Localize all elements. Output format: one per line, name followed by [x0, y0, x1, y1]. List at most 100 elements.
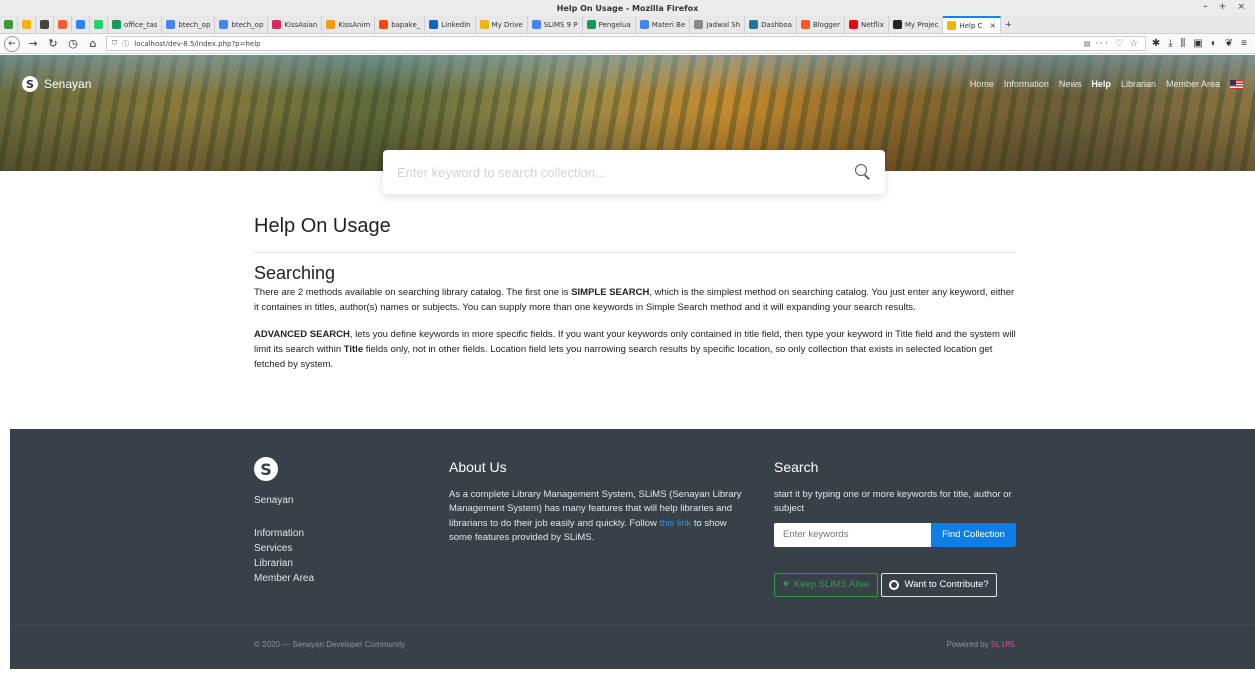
footer-search-title: Search [774, 459, 819, 475]
menu-item-help[interactable]: Help [1091, 79, 1111, 89]
footer-link-librarian[interactable]: Librarian [254, 556, 314, 571]
want-to-contribute-button[interactable]: Want to Contribute? [881, 572, 997, 597]
back-button[interactable]: ← [4, 35, 20, 52]
footer-link-member-area[interactable]: Member Area [254, 571, 314, 586]
about-title: About Us [449, 459, 507, 475]
browser-tab[interactable]: Jadwal Sh [690, 16, 746, 33]
browser-tab[interactable] [72, 16, 90, 33]
tab-label: My Projec [904, 20, 939, 29]
tab-favicon-icon [892, 20, 902, 29]
history-icon[interactable]: ◷ [66, 37, 80, 50]
browser-tab[interactable]: btech_op [215, 16, 269, 33]
tab-label: bapake_ [391, 20, 421, 29]
tab-favicon-icon [639, 20, 649, 29]
footer-divider [10, 625, 1255, 626]
tab-label: LinkedIn [441, 20, 471, 29]
library-icon[interactable]: ⫼ [1181, 38, 1186, 49]
close-tab-icon[interactable]: × [990, 21, 997, 30]
tab-favicon-icon [749, 20, 759, 29]
extension-icon[interactable]: ❦ [1225, 38, 1233, 49]
url-text[interactable]: localhost/dev-8.5/index.php?p=help [134, 40, 1079, 48]
search-collection-input[interactable] [397, 164, 855, 180]
window-controls[interactable]: – + × [1203, 2, 1249, 12]
reader-icon[interactable]: ▣ [1193, 38, 1202, 49]
browser-tab[interactable] [36, 16, 54, 33]
reload-button[interactable]: ↻ [46, 37, 60, 50]
brand-name: Senayan [44, 77, 92, 91]
footer-brand-column: S Senayan Information Services Librarian Me… [254, 457, 314, 586]
page-title: Help On Usage [254, 215, 1016, 253]
powered-by-text: Powered by SLiMS [946, 640, 1015, 649]
forward-button[interactable]: → [26, 37, 40, 50]
browser-tab[interactable] [90, 16, 108, 33]
keep-slims-alive-button[interactable]: ♥ Keep SLiMS Alive [774, 572, 879, 597]
footer-link-services[interactable]: Services [254, 541, 314, 556]
window-titlebar: Help On Usage - Mozilla Firefox – + × [0, 0, 1255, 16]
advanced-search-paragraph: ADVANCED SEARCH, lets you define keyword… [254, 329, 1016, 370]
home-button[interactable]: ⌂ [86, 37, 100, 50]
slims-link[interactable]: SLiMS [991, 640, 1015, 649]
tab-label: Materi Be [651, 20, 686, 29]
menu-item-member-area[interactable]: Member Area [1166, 79, 1220, 89]
footer-about-column: About Us As a complete Library Managemen… [449, 459, 749, 545]
tab-label: btech_op [178, 20, 211, 29]
section-title-searching: Searching [254, 263, 336, 283]
menu-item-librarian[interactable]: Librarian [1121, 79, 1156, 89]
browser-tab[interactable]: btech_op [162, 16, 216, 33]
browser-tab[interactable] [54, 16, 72, 33]
menu-item-news[interactable]: News [1059, 79, 1082, 89]
navigation-toolbar: ← → ↻ ◷ ⌂ ⛉ ⓘ localhost/dev-8.5/index.ph… [0, 34, 1255, 54]
browser-tab[interactable]: Blogger [797, 16, 846, 33]
find-collection-button[interactable]: Find Collection [931, 522, 1016, 547]
reader-view-icon[interactable]: ▤ [1084, 40, 1091, 48]
top-menu: Home Information News Help Librarian Member A… [970, 79, 1243, 89]
browser-tab[interactable]: office_tas [108, 16, 163, 33]
about-features-link[interactable]: this link [660, 518, 692, 529]
browser-tab[interactable]: Netflix [845, 16, 889, 33]
shield-icon[interactable]: ◐ [1211, 38, 1217, 49]
browser-tab[interactable]: SLiMS 9 P [528, 16, 583, 33]
tab-label: Netflix [861, 20, 884, 29]
browser-tab[interactable]: KissAnim [322, 16, 376, 33]
tab-favicon-icon [94, 20, 103, 29]
tracking-shield-icon[interactable]: ⛉ [112, 39, 117, 48]
browser-tab[interactable] [0, 16, 18, 33]
tab-strip: office_tas btech_op btech_op KissAsian KissA… [0, 16, 1255, 34]
slims-logo-icon: S [22, 76, 38, 92]
tab-active[interactable]: Help C × [943, 16, 1002, 33]
footer-logo-icon: S [254, 457, 278, 481]
tab-label: Pengelua [598, 20, 631, 29]
url-bar[interactable]: ⛉ ⓘ localhost/dev-8.5/index.php?p=help ▤… [106, 36, 1146, 51]
footer-link-information[interactable]: Information [254, 526, 314, 541]
menu-icon[interactable]: ≡ [1241, 38, 1247, 49]
copyright-text: © 2020 — Senayan Developer Community [254, 640, 406, 649]
footer-search-input[interactable] [774, 522, 931, 547]
puzzle-icon[interactable]: ✱ [1152, 38, 1160, 49]
site-brand[interactable]: S Senayan [22, 76, 91, 92]
browser-tab[interactable]: My Projec [889, 16, 944, 33]
menu-item-information[interactable]: Information [1004, 79, 1049, 89]
search-icon[interactable] [855, 164, 871, 180]
browser-tab[interactable]: bapake_ [375, 16, 426, 33]
browser-tab[interactable]: KissAsian [268, 16, 323, 33]
browser-tab[interactable]: Materi Be [636, 16, 691, 33]
browser-tab[interactable]: My Drive [476, 16, 528, 33]
footer-search-text: start it by typing one or more keywords … [774, 489, 1012, 515]
tab-favicon-icon [58, 20, 67, 29]
menu-item-home[interactable]: Home [970, 79, 994, 89]
new-tab-button[interactable]: + [1001, 19, 1015, 31]
web-page: S Senayan Home Information News Help Librari… [0, 55, 1255, 681]
download-icon[interactable]: ⤓ [1168, 38, 1172, 49]
language-flag-icon[interactable] [1230, 79, 1243, 89]
browser-tab[interactable]: Pengelua [583, 16, 636, 33]
tab-favicon-icon [800, 20, 810, 29]
browser-tab[interactable] [18, 16, 36, 33]
browser-tab[interactable]: LinkedIn [425, 16, 476, 33]
tab-favicon-icon [694, 20, 704, 29]
tab-label: btech_op [231, 20, 264, 29]
tab-favicon-icon [531, 20, 541, 29]
tab-label: office_tas [124, 20, 158, 29]
browser-tab[interactable]: Dashboa [745, 16, 797, 33]
site-info-icon[interactable]: ⓘ [122, 39, 129, 49]
page-actions[interactable]: ··· ♡ ☆ [1095, 39, 1139, 49]
